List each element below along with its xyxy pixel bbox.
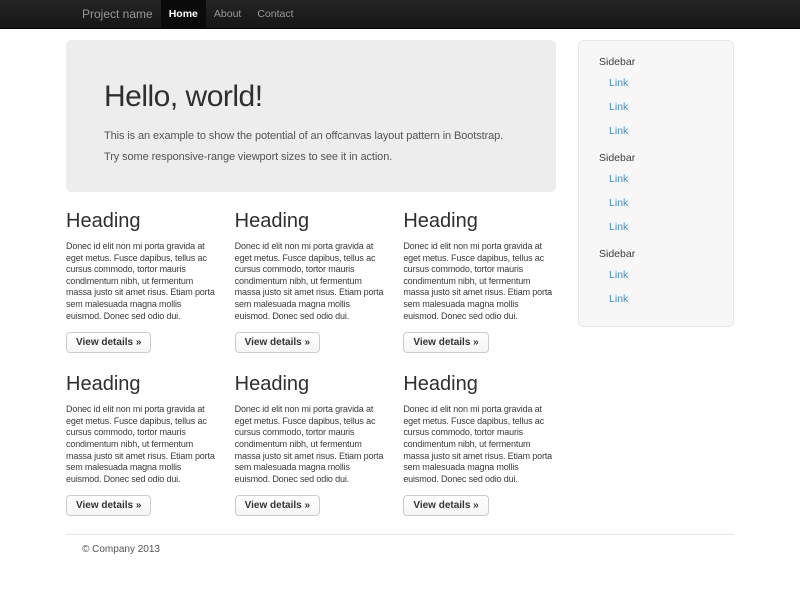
card-heading: Heading (403, 210, 556, 232)
content-row: Hello, world! This is an example to show… (66, 29, 734, 516)
view-details-button[interactable]: View details » (66, 332, 151, 353)
sidebar-link[interactable]: Link (589, 288, 723, 311)
sidebar-group-3: Sidebar Link Link (589, 246, 723, 311)
card-body-text: Donec id elit non mi porta gravida at eg… (66, 404, 219, 485)
content-card-2: Heading Donec id elit non mi porta gravi… (235, 210, 388, 353)
content-card-4: Heading Donec id elit non mi porta gravi… (66, 373, 219, 516)
card-body-text: Donec id elit non mi porta gravida at eg… (403, 404, 556, 485)
content-card-1: Heading Donec id elit non mi porta gravi… (66, 210, 219, 353)
copyright-text: © Company 2013 (66, 544, 734, 555)
card-body-text: Donec id elit non mi porta gravida at eg… (403, 241, 556, 322)
sidebar-link[interactable]: Link (589, 168, 723, 191)
sidebar-link[interactable]: Link (589, 72, 723, 95)
page-container: Hello, world! This is an example to show… (66, 29, 734, 585)
card-body-text: Donec id elit non mi porta gravida at eg… (235, 404, 388, 485)
card-body-text: Donec id elit non mi porta gravida at eg… (235, 241, 388, 322)
navbar: Project name Home About Contact (0, 0, 800, 29)
nav-item-about[interactable]: About (206, 0, 249, 28)
page-footer: © Company 2013 (66, 534, 734, 585)
card-heading: Heading (235, 373, 388, 395)
content-card-3: Heading Donec id elit non mi porta gravi… (403, 210, 556, 353)
sidebar: Sidebar Link Link Link Sidebar Link Link… (578, 40, 734, 327)
sidebar-group-header: Sidebar (589, 54, 723, 71)
main-content: Hello, world! This is an example to show… (66, 29, 556, 516)
content-card-5: Heading Donec id elit non mi porta gravi… (235, 373, 388, 516)
nav-item-home[interactable]: Home (161, 0, 206, 28)
sidebar-group-2: Sidebar Link Link Link (589, 150, 723, 239)
card-body-text: Donec id elit non mi porta gravida at eg… (66, 241, 219, 322)
card-heading: Heading (403, 373, 556, 395)
navbar-inner: Project name Home About Contact (66, 0, 734, 28)
content-card-6: Heading Donec id elit non mi porta gravi… (403, 373, 556, 516)
card-heading: Heading (66, 210, 219, 232)
view-details-button[interactable]: View details » (403, 332, 488, 353)
sidebar-link[interactable]: Link (589, 192, 723, 215)
sidebar-link[interactable]: Link (589, 96, 723, 119)
sidebar-link[interactable]: Link (589, 264, 723, 287)
view-details-button[interactable]: View details » (66, 495, 151, 516)
footer-divider (66, 534, 734, 535)
nav-item-contact[interactable]: Contact (249, 0, 301, 28)
view-details-button[interactable]: View details » (403, 495, 488, 516)
card-heading: Heading (66, 373, 219, 395)
cards-grid: Heading Donec id elit non mi porta gravi… (66, 210, 556, 516)
sidebar-link[interactable]: Link (589, 120, 723, 143)
page-title: Hello, world! (104, 80, 518, 113)
card-heading: Heading (235, 210, 388, 232)
sidebar-link[interactable]: Link (589, 216, 723, 239)
view-details-button[interactable]: View details » (235, 332, 320, 353)
sidebar-group-1: Sidebar Link Link Link (589, 54, 723, 143)
main-nav: Home About Contact (161, 0, 302, 28)
view-details-button[interactable]: View details » (235, 495, 320, 516)
brand-link[interactable]: Project name (66, 0, 161, 28)
jumbotron: Hello, world! This is an example to show… (66, 40, 556, 192)
sidebar-group-header: Sidebar (589, 150, 723, 167)
jumbotron-description: This is an example to show the potential… (104, 126, 512, 168)
sidebar-group-header: Sidebar (589, 246, 723, 263)
